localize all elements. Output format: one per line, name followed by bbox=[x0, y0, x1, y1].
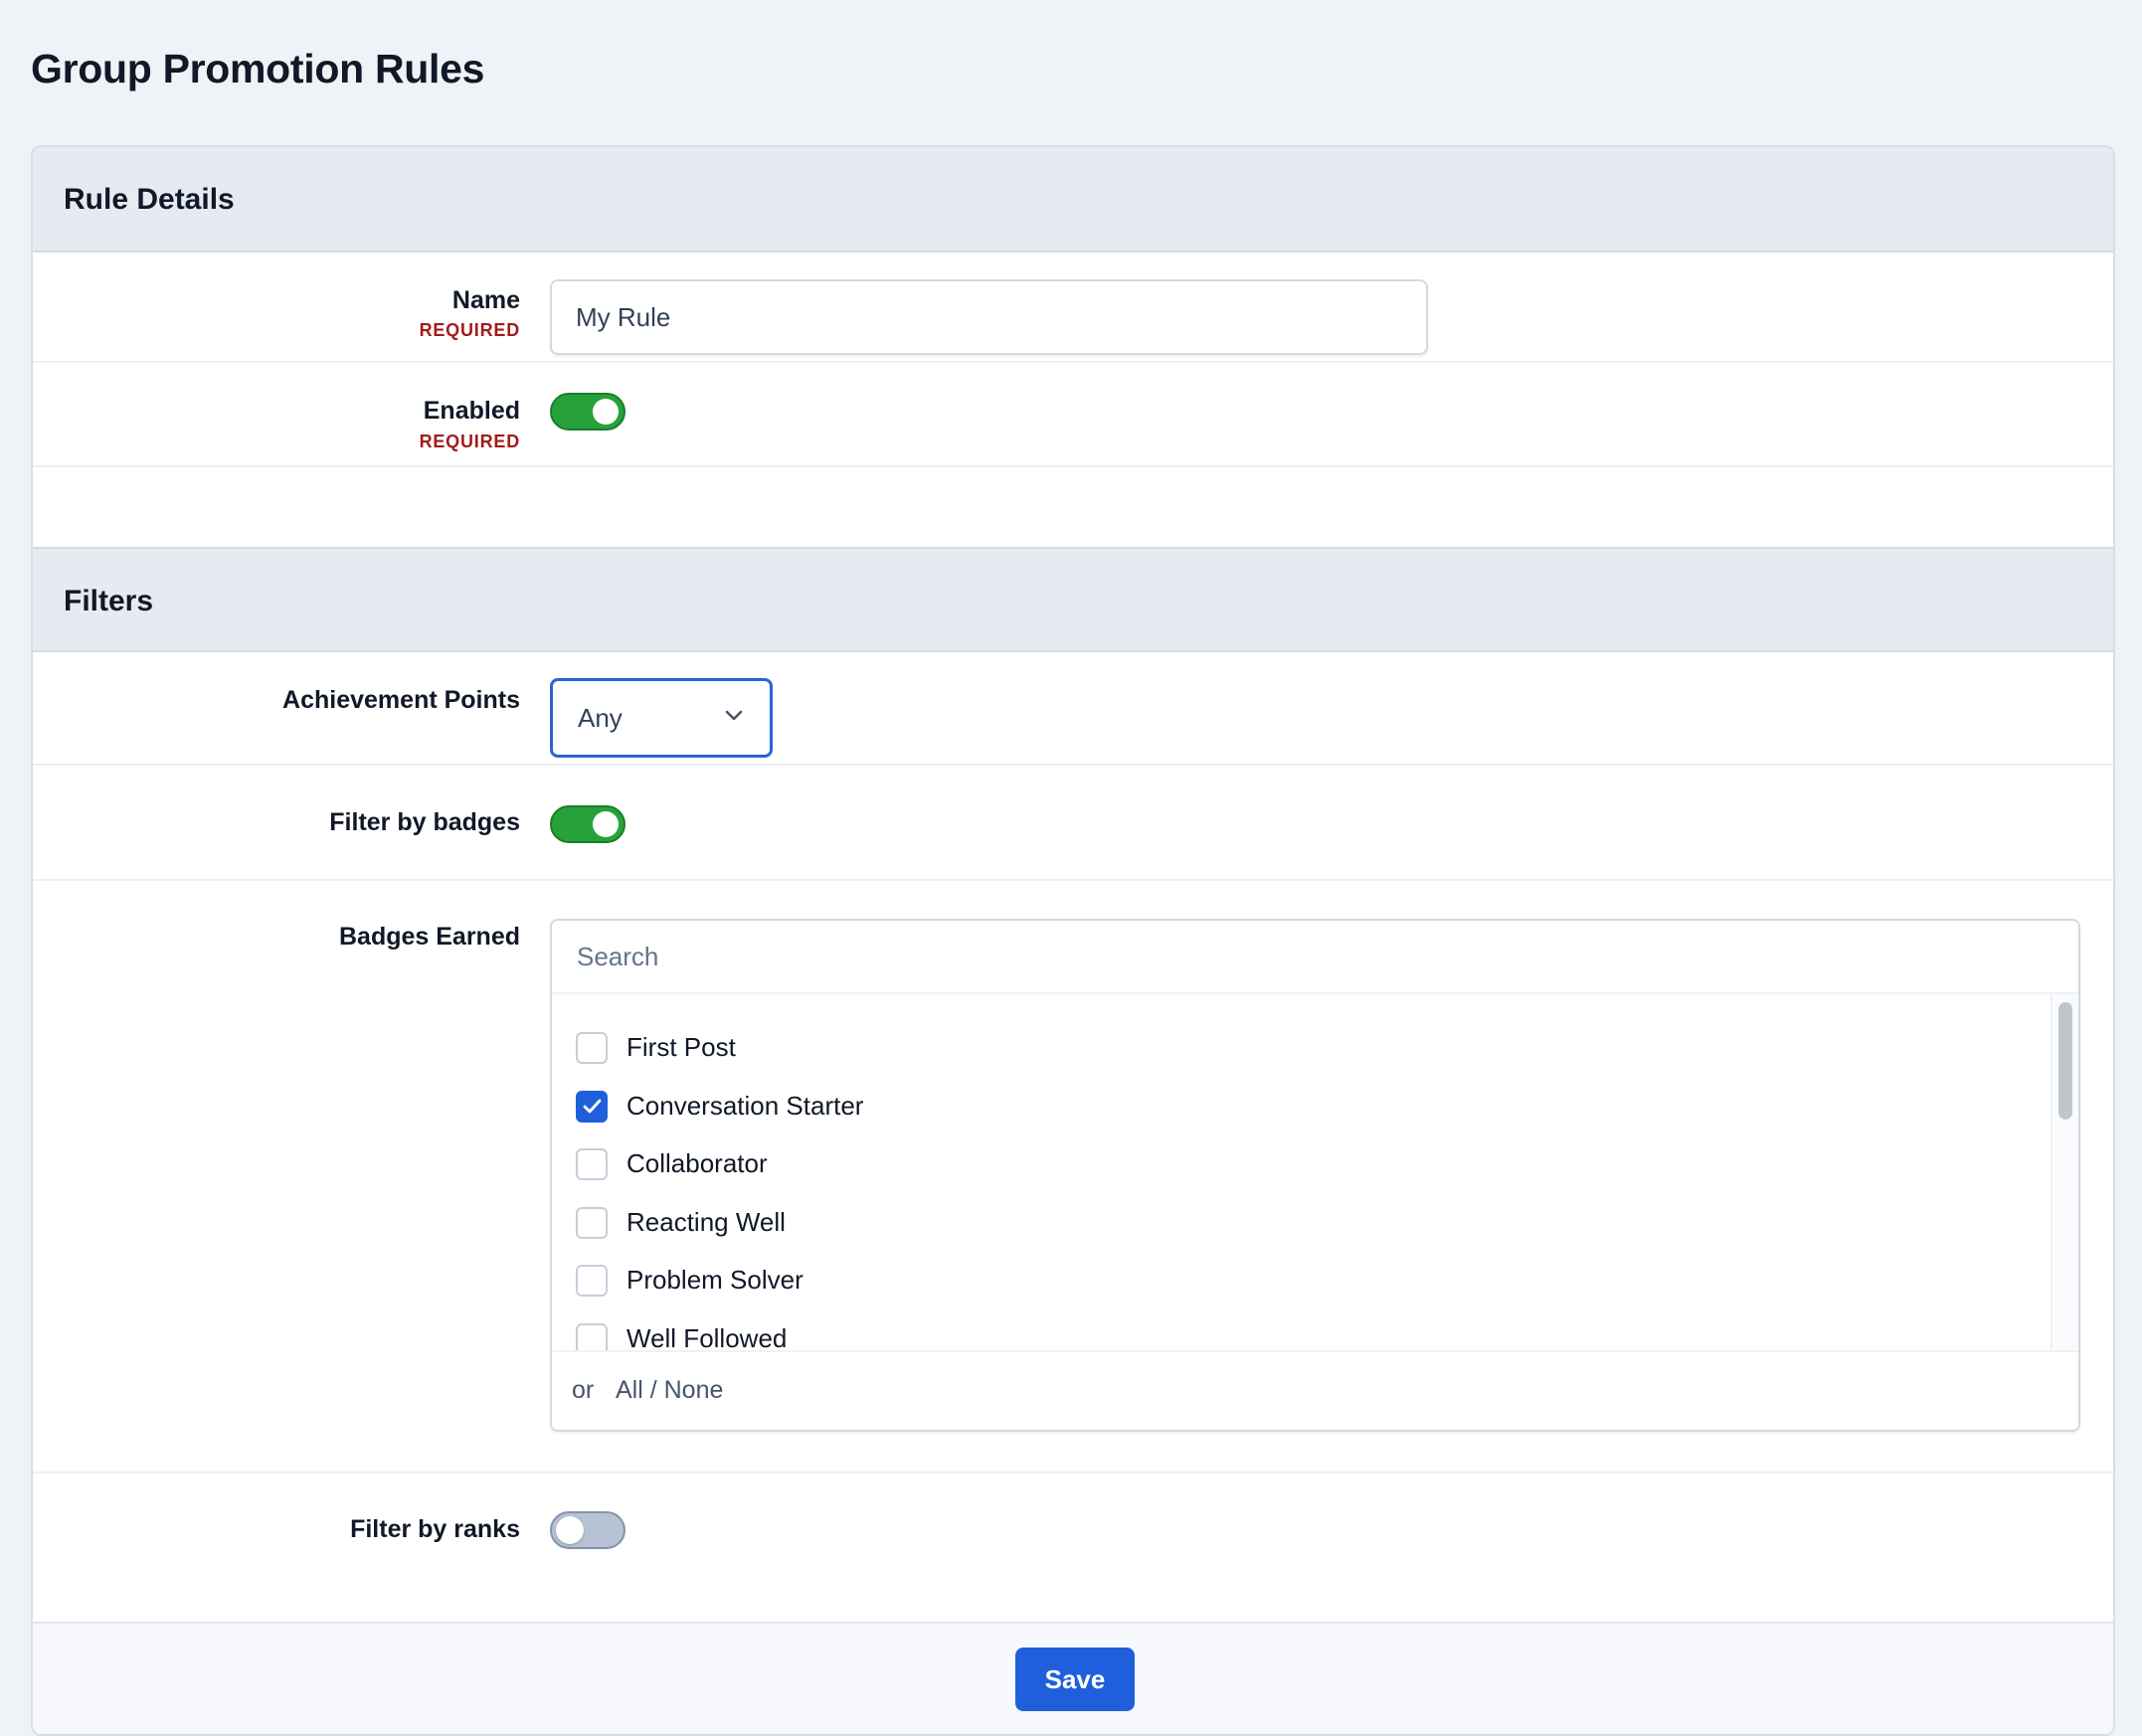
section-header-rule-details: Rule Details bbox=[33, 147, 2113, 253]
badge-option-label: First Post bbox=[626, 1032, 736, 1062]
form-row-filter-by-ranks: Filter by ranks bbox=[33, 1474, 2113, 1622]
form-row-achievement-points: Achievement Points Any bbox=[33, 652, 2113, 766]
form-row-name: Name REQUIRED bbox=[33, 253, 2113, 363]
scrollbar-thumb[interactable] bbox=[2058, 1002, 2072, 1120]
enabled-required-badge: REQUIRED bbox=[419, 432, 520, 451]
checkbox[interactable] bbox=[576, 1032, 608, 1064]
enabled-label: Enabled bbox=[423, 397, 520, 425]
filter-by-badges-toggle[interactable] bbox=[550, 805, 625, 843]
select-all-none-link[interactable]: All / None bbox=[616, 1376, 723, 1405]
save-button[interactable]: Save bbox=[1015, 1648, 1135, 1711]
badge-option-label: Conversation Starter bbox=[626, 1091, 864, 1121]
page-title: Group Promotion Rules bbox=[31, 46, 485, 91]
form-row-filter-by-badges: Filter by badges bbox=[33, 766, 2113, 881]
enabled-toggle[interactable] bbox=[550, 393, 625, 431]
section-header-filters: Filters bbox=[33, 547, 2113, 652]
badge-option-label: Well Followed bbox=[626, 1323, 788, 1352]
badges-option-list: First Post Conversation Starter Collabor… bbox=[552, 994, 2053, 1352]
filter-by-ranks-toggle[interactable] bbox=[550, 1511, 625, 1549]
badges-scrollbar[interactable] bbox=[2051, 994, 2078, 1352]
name-label: Name bbox=[451, 286, 520, 314]
badge-option-label: Reacting Well bbox=[626, 1207, 786, 1237]
checkbox-checked[interactable] bbox=[576, 1091, 608, 1123]
filter-by-badges-label: Filter by badges bbox=[329, 808, 520, 836]
checkbox[interactable] bbox=[576, 1265, 608, 1297]
badges-search-input[interactable] bbox=[552, 921, 2078, 994]
achievement-points-label: Achievement Points bbox=[282, 686, 520, 714]
toggle-knob bbox=[593, 811, 619, 837]
filter-by-ranks-label: Filter by ranks bbox=[350, 1515, 520, 1543]
achievement-points-select[interactable]: Any bbox=[550, 678, 773, 758]
toggle-knob bbox=[593, 399, 619, 425]
badges-list-footer: or All / None bbox=[552, 1350, 2078, 1430]
form-row-enabled: Enabled REQUIRED bbox=[33, 363, 2113, 467]
badge-option-label: Collaborator bbox=[626, 1148, 768, 1178]
name-input[interactable] bbox=[550, 279, 1428, 355]
form-footer: Save bbox=[33, 1622, 2113, 1734]
checkbox[interactable] bbox=[576, 1148, 608, 1180]
badge-option-label: Problem Solver bbox=[626, 1265, 803, 1295]
achievement-points-selected: Any bbox=[578, 703, 623, 733]
badges-multiselect: First Post Conversation Starter Collabor… bbox=[550, 919, 2080, 1432]
rule-form-card: Rule Details Name REQUIRED Enabled REQUI… bbox=[31, 145, 2115, 1736]
footer-or-text: or bbox=[572, 1376, 595, 1404]
section-title-rule-details: Rule Details bbox=[64, 183, 235, 216]
checkmark-icon bbox=[583, 1099, 602, 1114]
badges-earned-label: Badges Earned bbox=[338, 923, 520, 951]
checkbox[interactable] bbox=[576, 1323, 608, 1352]
toggle-knob bbox=[556, 1516, 584, 1544]
name-required-badge: REQUIRED bbox=[419, 320, 520, 340]
form-row-badges-earned: Badges Earned First Post Conversation St… bbox=[33, 881, 2113, 1474]
section-title-filters: Filters bbox=[64, 585, 154, 617]
chevron-down-icon bbox=[725, 710, 743, 721]
checkbox[interactable] bbox=[576, 1207, 608, 1239]
